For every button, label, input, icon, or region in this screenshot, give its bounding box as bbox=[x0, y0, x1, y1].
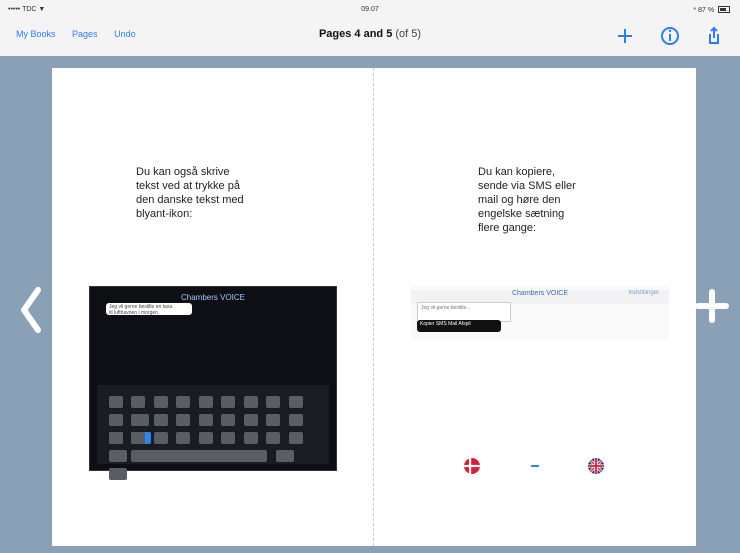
battery-icon bbox=[718, 6, 730, 13]
key bbox=[288, 396, 303, 408]
key bbox=[176, 414, 191, 426]
key bbox=[153, 396, 168, 408]
left-page-text: Du kan også skrive tekst ved at trykke p… bbox=[136, 166, 244, 220]
previous-page-icon[interactable] bbox=[16, 284, 46, 336]
key bbox=[266, 414, 281, 426]
keyboard bbox=[97, 385, 329, 480]
key bbox=[109, 432, 123, 444]
key bbox=[266, 432, 281, 444]
battery: * 87 % bbox=[693, 6, 730, 14]
plus-icon[interactable] bbox=[611, 22, 639, 50]
keyboard-dismiss-key bbox=[109, 468, 127, 480]
key bbox=[109, 396, 123, 408]
right-screenshot-menu: Kopier SMS Mail Afspil bbox=[417, 320, 501, 332]
key bbox=[153, 432, 168, 444]
spacebar bbox=[135, 450, 268, 462]
keyboard-row bbox=[109, 449, 317, 480]
key bbox=[176, 432, 191, 444]
key bbox=[153, 414, 168, 426]
key bbox=[243, 414, 258, 426]
key bbox=[243, 432, 258, 444]
right-page-text: Du kan kopiere, sende via SMS eller mail… bbox=[478, 166, 576, 234]
key bbox=[288, 414, 303, 426]
share-icon[interactable] bbox=[700, 22, 728, 50]
key bbox=[131, 396, 146, 408]
left-screenshot-message: Jeg vil gerne bestille en taxa til lufth… bbox=[106, 303, 192, 316]
right-screenshot-settings: Indstillinger bbox=[628, 290, 659, 296]
left-page: Du kan også skrive tekst ved at trykke p… bbox=[52, 68, 374, 546]
keyboard-row bbox=[109, 413, 317, 444]
key bbox=[109, 414, 123, 426]
key bbox=[131, 432, 146, 444]
left-screenshot-brand: Chambers VOICE bbox=[180, 293, 246, 302]
keyboard-row bbox=[109, 395, 317, 426]
info-icon[interactable] bbox=[656, 22, 684, 50]
uk-flag-icon[interactable] bbox=[588, 458, 604, 474]
keyboard-row bbox=[109, 431, 317, 462]
key bbox=[243, 396, 258, 408]
navigation-bar: My Books Pages Undo Pages 4 and 5 (of 5) bbox=[0, 18, 740, 56]
key bbox=[198, 396, 213, 408]
key bbox=[198, 414, 213, 426]
key bbox=[266, 396, 281, 408]
danish-flag-icon[interactable] bbox=[464, 458, 480, 474]
key bbox=[131, 414, 146, 426]
key bbox=[275, 450, 294, 462]
page-divider bbox=[373, 68, 374, 546]
key bbox=[198, 432, 213, 444]
right-screenshot: Chambers VOICE Indstillinger Jeg vil ger… bbox=[411, 286, 669, 340]
key bbox=[221, 414, 236, 426]
key bbox=[176, 396, 191, 408]
right-page: Du kan kopiere, sende via SMS eller mail… bbox=[374, 68, 696, 546]
clock: 09.07 bbox=[361, 6, 379, 13]
book-canvas: Du kan også skrive tekst ved at trykke p… bbox=[0, 56, 740, 553]
status-bar: ••••• TDC ▼ 09.07 * 87 % bbox=[0, 0, 740, 18]
key bbox=[221, 432, 236, 444]
left-screenshot: Chambers VOICE Jeg vil gerne bestille en… bbox=[89, 286, 337, 480]
add-page-icon[interactable] bbox=[694, 288, 730, 324]
right-screenshot-edit-box: Jeg vil gerne bestille... bbox=[417, 302, 511, 322]
separator-dash bbox=[531, 465, 539, 467]
key bbox=[221, 396, 236, 408]
key bbox=[109, 450, 127, 462]
key bbox=[288, 432, 303, 444]
